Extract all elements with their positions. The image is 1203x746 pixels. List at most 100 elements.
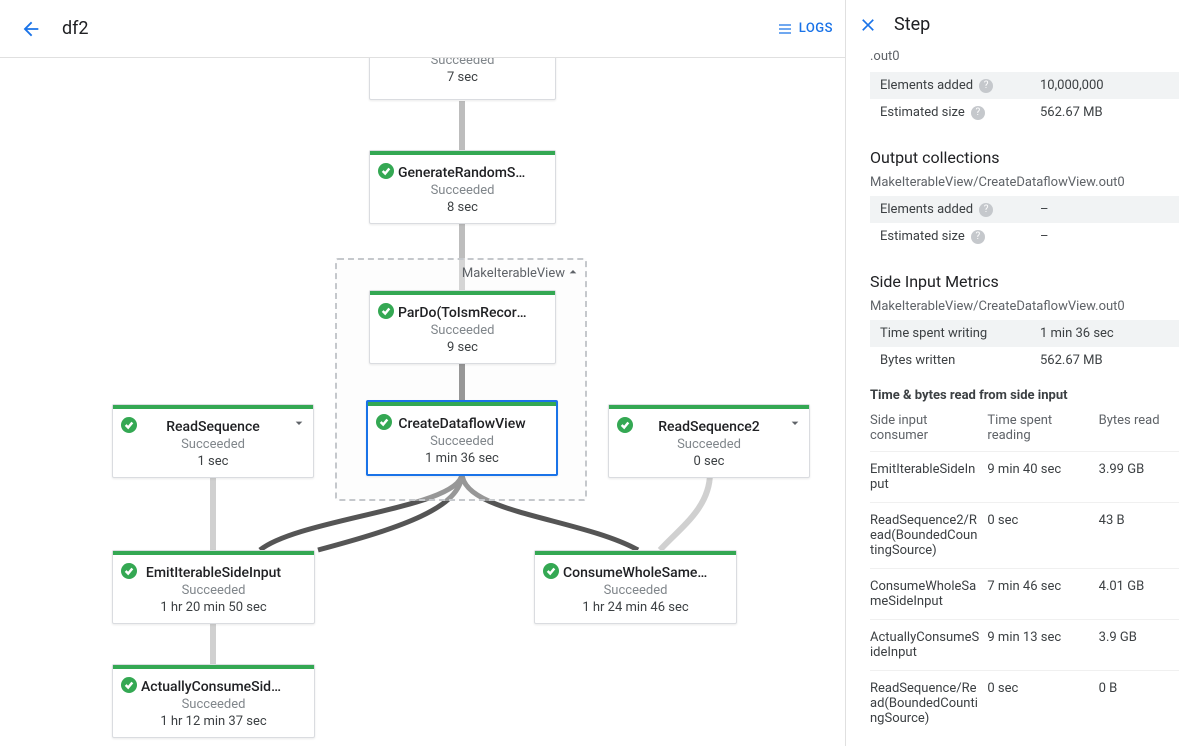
node-time: 1 min 36 sec bbox=[380, 451, 544, 466]
collection-name: MakeIterableView/CreateDataflowView.out0 bbox=[870, 299, 1179, 314]
node-name: ParDo(ToIsmRecordFor… bbox=[398, 305, 527, 321]
metric-label: Bytes written bbox=[880, 353, 955, 368]
check-icon bbox=[121, 563, 137, 579]
row-bytes: 3.9 GB bbox=[1099, 620, 1179, 671]
graph-node[interactable]: ReadSequence2 Succeeded 0 sec bbox=[608, 404, 810, 478]
graph-node[interactable]: EmitIterableSideInput Succeeded 1 hr 20 … bbox=[112, 550, 315, 624]
node-name: ReadSequence2 bbox=[637, 419, 781, 435]
graph-node[interactable]: ActuallyConsumeSideI… Succeeded 1 hr 12 … bbox=[112, 664, 315, 738]
row-consumer: EmitIterableSideInput bbox=[870, 452, 987, 503]
logs-icon bbox=[777, 21, 793, 37]
node-status: Succeeded bbox=[382, 323, 543, 338]
node-status: Succeeded bbox=[125, 583, 302, 598]
metric-value: 562.67 MB bbox=[1040, 353, 1179, 368]
metric-value: 10,000,000 bbox=[1040, 78, 1179, 93]
graph-node[interactable]: ReadSequence Succeeded 1 sec bbox=[112, 404, 314, 478]
details-panel: Step .out0 Elements added? 10,000,000 Es… bbox=[845, 0, 1203, 746]
graph-node[interactable]: ConsumeWholeSameSi… Succeeded 1 hr 24 mi… bbox=[534, 550, 737, 624]
metric-value: 562.67 MB bbox=[1040, 105, 1179, 120]
col-bytes: Bytes read bbox=[1099, 409, 1179, 452]
metric-label: Time spent writing bbox=[880, 326, 987, 341]
page-title: df2 bbox=[62, 18, 89, 39]
check-icon bbox=[376, 414, 392, 430]
node-time: 1 hr 24 min 46 sec bbox=[547, 600, 724, 615]
back-arrow-icon[interactable] bbox=[12, 10, 50, 48]
table-row: ActuallyConsumeSideInput9 min 13 sec3.9 … bbox=[870, 620, 1179, 671]
node-status: Succeeded bbox=[382, 58, 543, 68]
chevron-down-icon[interactable] bbox=[787, 415, 803, 435]
node-name: GenerateRandomSIData bbox=[398, 165, 527, 181]
metric-value: – bbox=[1040, 202, 1179, 217]
check-icon bbox=[617, 417, 633, 433]
graph-node[interactable]: ParDo(ToIsmRecordFor… Succeeded 9 sec bbox=[369, 290, 556, 364]
row-consumer: ActuallyConsumeSideInput bbox=[870, 620, 987, 671]
metric-label: Estimated size bbox=[880, 105, 965, 120]
truncated-label: .out0 bbox=[870, 49, 1179, 64]
metric-value: 1 min 36 sec bbox=[1040, 326, 1179, 341]
check-icon bbox=[378, 303, 394, 319]
node-status: Succeeded bbox=[125, 437, 301, 452]
node-time: 7 sec bbox=[382, 70, 543, 85]
node-name: ReadSequence bbox=[141, 419, 285, 435]
row-consumer: ReadSequence2/Read(BoundedCountingSource… bbox=[870, 503, 987, 569]
node-time: 8 sec bbox=[382, 200, 543, 215]
row-bytes: 3.99 GB bbox=[1099, 452, 1179, 503]
check-icon bbox=[121, 417, 137, 433]
table-row: ConsumeWholeSameSideInput7 min 46 sec4.0… bbox=[870, 569, 1179, 620]
section-heading: Side Input Metrics bbox=[870, 272, 1179, 291]
node-name: EmitIterableSideInput bbox=[141, 565, 286, 581]
node-status: Succeeded bbox=[382, 183, 543, 198]
node-name: ActuallyConsumeSideI… bbox=[141, 679, 286, 695]
col-consumer: Side input consumer bbox=[870, 409, 987, 452]
col-time: Time spent reading bbox=[987, 409, 1098, 452]
logs-button[interactable]: LOGS bbox=[777, 21, 833, 37]
table-row: ReadSequence/Read(BoundedCountingSource)… bbox=[870, 671, 1179, 737]
metric-label: Estimated size bbox=[880, 229, 965, 244]
graph-node-selected[interactable]: CreateDataflowView Succeeded 1 min 36 se… bbox=[366, 400, 558, 476]
node-time: 0 sec bbox=[621, 454, 797, 469]
collection-name: MakeIterableView/CreateDataflowView.out0 bbox=[870, 175, 1179, 190]
node-status: Succeeded bbox=[621, 437, 797, 452]
help-icon[interactable]: ? bbox=[971, 230, 985, 244]
row-time: 9 min 13 sec bbox=[987, 620, 1098, 671]
node-name: ConsumeWholeSameSi… bbox=[563, 565, 708, 581]
row-time: 7 min 46 sec bbox=[987, 569, 1098, 620]
node-time: 1 sec bbox=[125, 454, 301, 469]
metric-value: – bbox=[1040, 229, 1179, 244]
table-heading: Time & bytes read from side input bbox=[870, 388, 1179, 403]
node-time: 1 hr 20 min 50 sec bbox=[125, 600, 302, 615]
metric-label: Elements added bbox=[880, 78, 973, 93]
graph-node[interactable]: GenerateRandomSIData Succeeded 8 sec bbox=[369, 150, 556, 224]
row-consumer: ReadSequence/Read(BoundedCountingSource) bbox=[870, 671, 987, 737]
check-icon bbox=[121, 677, 137, 693]
help-icon[interactable]: ? bbox=[979, 79, 993, 93]
node-time: 9 sec bbox=[382, 340, 543, 355]
row-bytes: 4.01 GB bbox=[1099, 569, 1179, 620]
graph-node[interactable]: Succeeded 7 sec bbox=[369, 58, 556, 100]
panel-title: Step bbox=[894, 14, 930, 35]
metric-label: Elements added bbox=[880, 202, 973, 217]
chevron-up-icon[interactable] bbox=[565, 264, 581, 284]
check-icon bbox=[543, 563, 559, 579]
graph-canvas[interactable]: Succeeded 7 sec GenerateRandomSIData Suc… bbox=[0, 58, 845, 746]
node-status: Succeeded bbox=[380, 434, 544, 449]
table-row: ReadSequence2/Read(BoundedCountingSource… bbox=[870, 503, 1179, 569]
logs-label: LOGS bbox=[799, 21, 833, 36]
row-consumer: ConsumeWholeSameSideInput bbox=[870, 569, 987, 620]
node-name: CreateDataflowView bbox=[396, 416, 528, 432]
topbar: df2 LOGS bbox=[0, 0, 845, 58]
help-icon[interactable]: ? bbox=[979, 203, 993, 217]
composite-label: MakeIterableView bbox=[462, 266, 565, 281]
check-icon bbox=[378, 163, 394, 179]
help-icon[interactable]: ? bbox=[971, 106, 985, 120]
row-bytes: 43 B bbox=[1099, 503, 1179, 569]
row-bytes: 0 B bbox=[1099, 671, 1179, 737]
close-icon[interactable] bbox=[858, 15, 878, 35]
node-status: Succeeded bbox=[547, 583, 724, 598]
node-time: 1 hr 12 min 37 sec bbox=[125, 714, 302, 729]
section-heading: Output collections bbox=[870, 148, 1179, 167]
row-time: 9 min 40 sec bbox=[987, 452, 1098, 503]
chevron-down-icon[interactable] bbox=[291, 415, 307, 435]
table-row: EmitIterableSideInput9 min 40 sec3.99 GB bbox=[870, 452, 1179, 503]
row-time: 0 sec bbox=[987, 503, 1098, 569]
